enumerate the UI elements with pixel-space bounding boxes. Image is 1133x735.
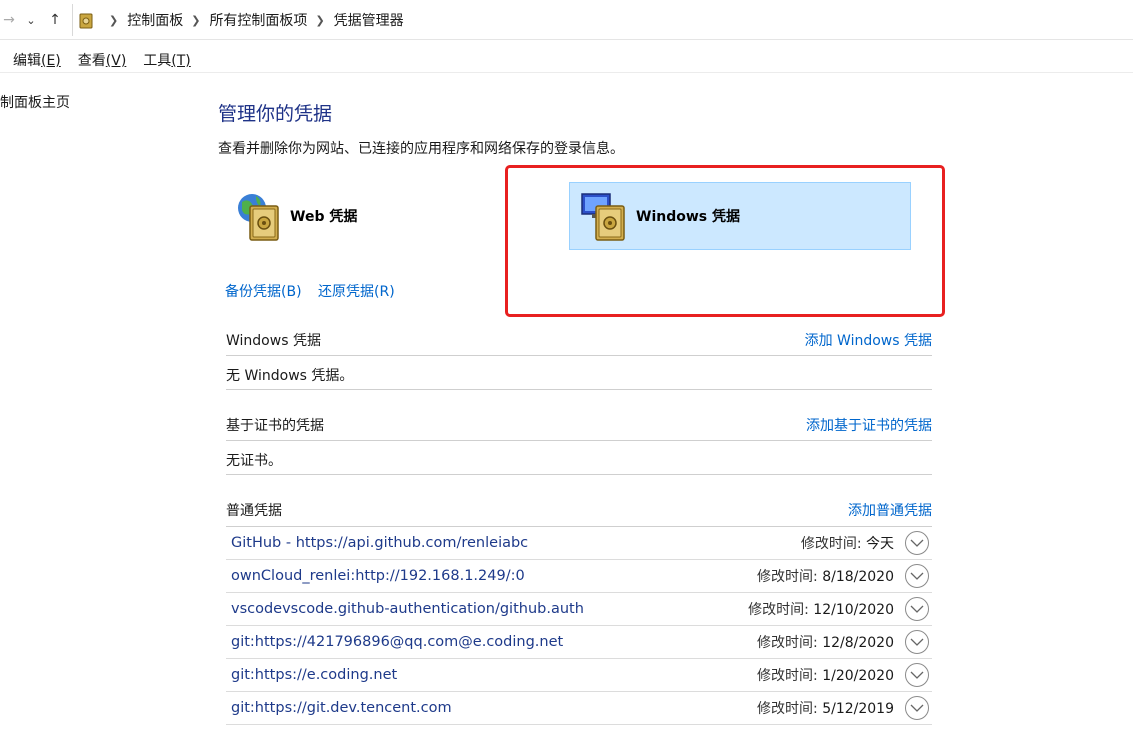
divider [226,440,932,441]
modified-date: 8/18/2020 [822,569,894,585]
menu-view[interactable]: 查看(V) [78,50,127,70]
modified-label: 修改时间: [757,668,818,684]
chevron-right-icon: ❯ [109,13,119,27]
generic-credentials-section-header: 普通凭据 添加普通凭据 [226,497,932,523]
up-icon[interactable]: ↑ [46,10,64,30]
modified-label: 修改时间: [800,536,862,552]
modified-label: 修改时间: [757,701,818,717]
section-title: 基于证书的凭据 [226,418,324,434]
add-cert-credential-link[interactable]: 添加基于证书的凭据 [806,415,932,435]
credential-modified: 修改时间: 1/20/2020 [757,665,894,685]
menu-edit-key: (E) [41,53,61,69]
modified-label: 修改时间: [757,635,818,651]
menu-bar: 编辑(E) 查看(V) 工具(T) [0,46,195,74]
credential-name: vscodevscode.github-authentication/githu… [231,601,584,617]
modified-date: 12/10/2020 [813,602,894,618]
credential-modified: 修改时间: 8/18/2020 [757,566,894,586]
credential-name: ownCloud_renlei:http://192.168.1.249/:0 [231,568,525,584]
expand-chevron-icon[interactable] [905,597,929,621]
windows-credentials-section-header: Windows 凭据 添加 Windows 凭据 [226,327,932,353]
menu-tools-label: 工具 [143,53,172,69]
crumb-credential-manager[interactable]: 凭据管理器 [334,10,404,30]
modified-date: 5/12/2019 [822,701,894,717]
windows-credentials-empty: 无 Windows 凭据。 [226,368,354,384]
credential-name: GitHub - https://api.github.com/renleiab… [231,535,529,551]
modified-label: 修改时间: [748,602,809,618]
expand-chevron-icon[interactable] [905,630,929,654]
control-panel-home-link[interactable]: 制面板主页 [0,92,70,112]
divider [226,355,932,356]
page-title: 管理你的凭据 [218,103,333,125]
expand-chevron-icon[interactable] [905,564,929,588]
expand-chevron-icon[interactable] [905,696,929,720]
credential-row[interactable]: vscodevscode.github-authentication/githu… [226,593,932,626]
add-generic-credential-link[interactable]: 添加普通凭据 [848,500,932,520]
credential-manager-icon [79,13,93,29]
menu-view-key: (V) [105,53,127,69]
credential-row[interactable]: GitHub - https://api.github.com/renleiab… [226,527,932,560]
menu-edit[interactable]: 编辑(E) [13,50,61,70]
chevron-right-icon: ❯ [191,13,201,27]
menu-tools[interactable]: 工具(T) [143,50,190,70]
expand-chevron-icon[interactable] [905,663,929,687]
credential-row[interactable]: git:https://git.dev.tencent.com 修改时间: 5/… [226,692,932,725]
credential-name: git:https://e.coding.net [231,667,398,683]
credential-modified: 修改时间: 今天 [801,533,894,553]
credential-modified: 修改时间: 5/12/2019 [757,698,894,718]
forward-icon[interactable]: → [0,10,18,30]
crumb-control-panel[interactable]: 控制面板 [127,10,183,30]
credential-row[interactable]: git:https://e.coding.net 修改时间: 1/20/2020 [226,659,932,692]
menu-view-label: 查看 [77,53,106,69]
backup-credentials-link[interactable]: 备份凭据(B) [225,281,302,301]
recent-locations-icon[interactable]: ⌄ [22,10,40,30]
page-subtitle: 查看并删除你为网站、已连接的应用程序和网络保存的登录信息。 [218,141,624,157]
expand-chevron-icon[interactable] [905,531,929,555]
modified-date: 今天 [866,536,894,552]
crumb-all-items[interactable]: 所有控制面板项 [209,10,307,30]
divider [226,389,932,390]
annotation-highlight-box [505,165,945,317]
section-title: Windows 凭据 [226,333,321,349]
add-windows-credential-link[interactable]: 添加 Windows 凭据 [805,330,932,350]
credential-name: git:https://421796896@qq.com@e.coding.ne… [231,634,564,650]
web-credentials-tile[interactable]: Web 凭据 [228,182,528,250]
credential-row[interactable]: git:https://421796896@qq.com@e.coding.ne… [226,626,932,659]
address-bar: → ⌄ ↑ ❯ 控制面板 ❯ 所有控制面板项 ❯ 凭据管理器 [0,0,1133,40]
modified-date: 12/8/2020 [822,635,894,651]
restore-credentials-link[interactable]: 还原凭据(R) [318,281,395,301]
modified-date: 1/20/2020 [822,668,894,684]
web-credentials-label: Web 凭据 [290,209,358,225]
credential-row[interactable]: ownCloud_renlei:http://192.168.1.249/:0 … [226,560,932,593]
credential-name: git:https://git.dev.tencent.com [231,700,452,716]
web-credentials-icon [238,194,279,241]
menu-tools-key: (T) [171,53,191,69]
divider [226,474,932,475]
cert-credentials-empty: 无证书。 [226,453,282,469]
credential-modified: 修改时间: 12/8/2020 [757,632,894,652]
cert-credentials-section-header: 基于证书的凭据 添加基于证书的凭据 [226,412,932,438]
menu-edit-label: 编辑 [13,53,41,69]
modified-label: 修改时间: [757,569,818,585]
credential-modified: 修改时间: 12/10/2020 [748,599,894,619]
breadcrumb[interactable]: ❯ 控制面板 ❯ 所有控制面板项 ❯ 凭据管理器 [72,4,1133,36]
chevron-right-icon: ❯ [315,13,325,27]
divider [0,72,1133,73]
section-title: 普通凭据 [226,503,282,519]
